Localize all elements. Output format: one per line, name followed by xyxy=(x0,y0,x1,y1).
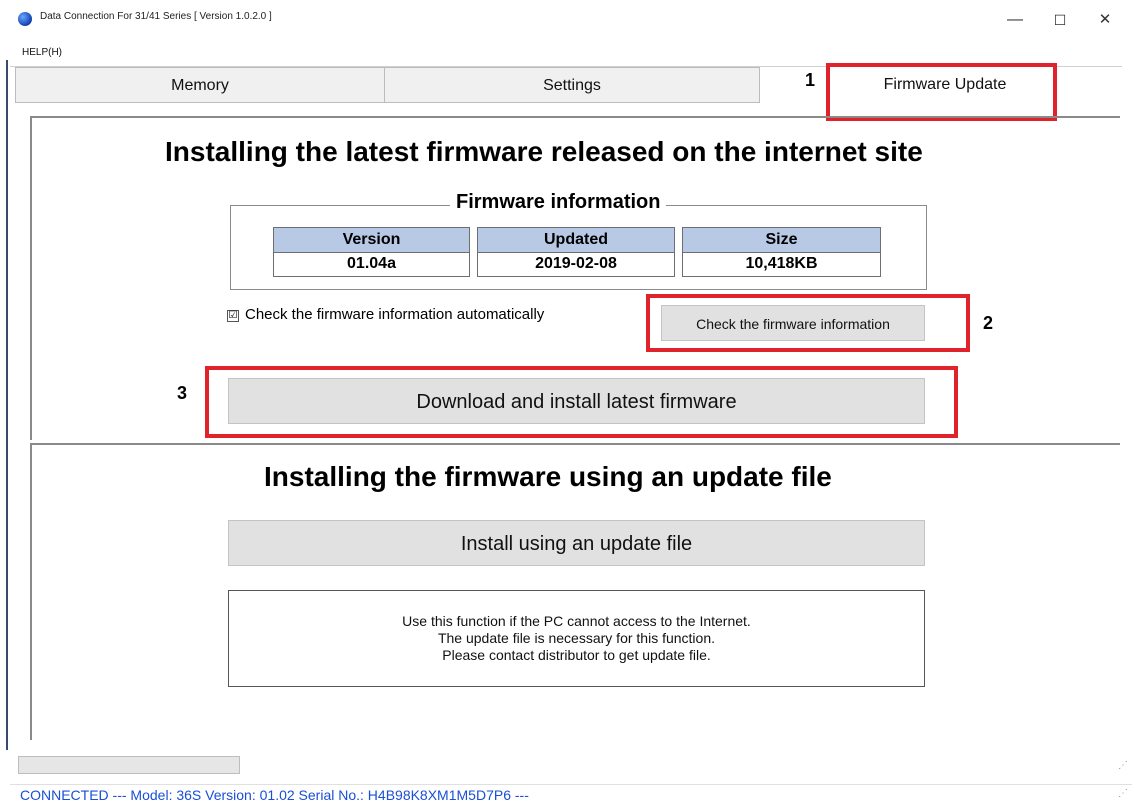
offline-info-box: Use this function if the PC cannot acces… xyxy=(228,590,925,687)
firmware-updated-value: 2019-02-08 xyxy=(477,253,675,277)
window-title: Data Connection For 31/41 Series [ Versi… xyxy=(40,11,272,22)
minimize-button[interactable]: — xyxy=(995,8,1035,32)
callout-box-1 xyxy=(826,63,1057,121)
firmware-version-value: 01.04a xyxy=(273,253,470,277)
info-line: Use this function if the PC cannot acces… xyxy=(402,613,751,629)
app-globe-icon xyxy=(18,12,32,26)
col-header-version: Version xyxy=(273,227,470,253)
window-left-edge xyxy=(0,0,9,805)
col-header-updated: Updated xyxy=(477,227,675,253)
tab-settings[interactable]: Settings xyxy=(385,67,760,103)
info-line: Please contact distributor to get update… xyxy=(442,647,711,663)
close-button[interactable]: ✕ xyxy=(1085,8,1125,32)
offline-update-heading: Installing the firmware using an update … xyxy=(264,461,832,492)
firmware-info-title: Firmware information xyxy=(450,191,667,214)
callout-box-2 xyxy=(646,294,970,352)
progress-bar xyxy=(18,756,240,774)
checkbox-checked-icon[interactable]: ☑ xyxy=(227,310,239,322)
tab-memory[interactable]: Memory xyxy=(15,67,385,103)
menu-help[interactable]: HELP(H) xyxy=(22,47,62,58)
online-update-heading: Installing the latest firmware released … xyxy=(165,136,923,167)
callout-number-2: 2 xyxy=(983,313,994,333)
callout-box-3 xyxy=(205,366,958,438)
auto-check-checkbox[interactable]: ☑ Check the firmware information automati… xyxy=(227,306,544,323)
callout-number-3: 3 xyxy=(177,383,188,403)
status-resize-grip-icon[interactable]: ⋰ xyxy=(1118,788,1128,799)
col-header-size: Size xyxy=(682,227,881,253)
firmware-size-value: 10,418KB xyxy=(682,253,881,277)
resize-grip-icon: ⋰ xyxy=(1118,760,1128,771)
connection-status-text: CONNECTED --- Model: 36S Version: 01.02 … xyxy=(20,787,529,803)
info-line: The update file is necessary for this fu… xyxy=(437,630,716,646)
maximize-button[interactable]: ☐ xyxy=(1040,8,1080,32)
callout-number-1: 1 xyxy=(805,70,816,90)
auto-check-label: Check the firmware information automatic… xyxy=(245,306,545,323)
install-update-file-button[interactable]: Install using an update file xyxy=(228,520,925,566)
